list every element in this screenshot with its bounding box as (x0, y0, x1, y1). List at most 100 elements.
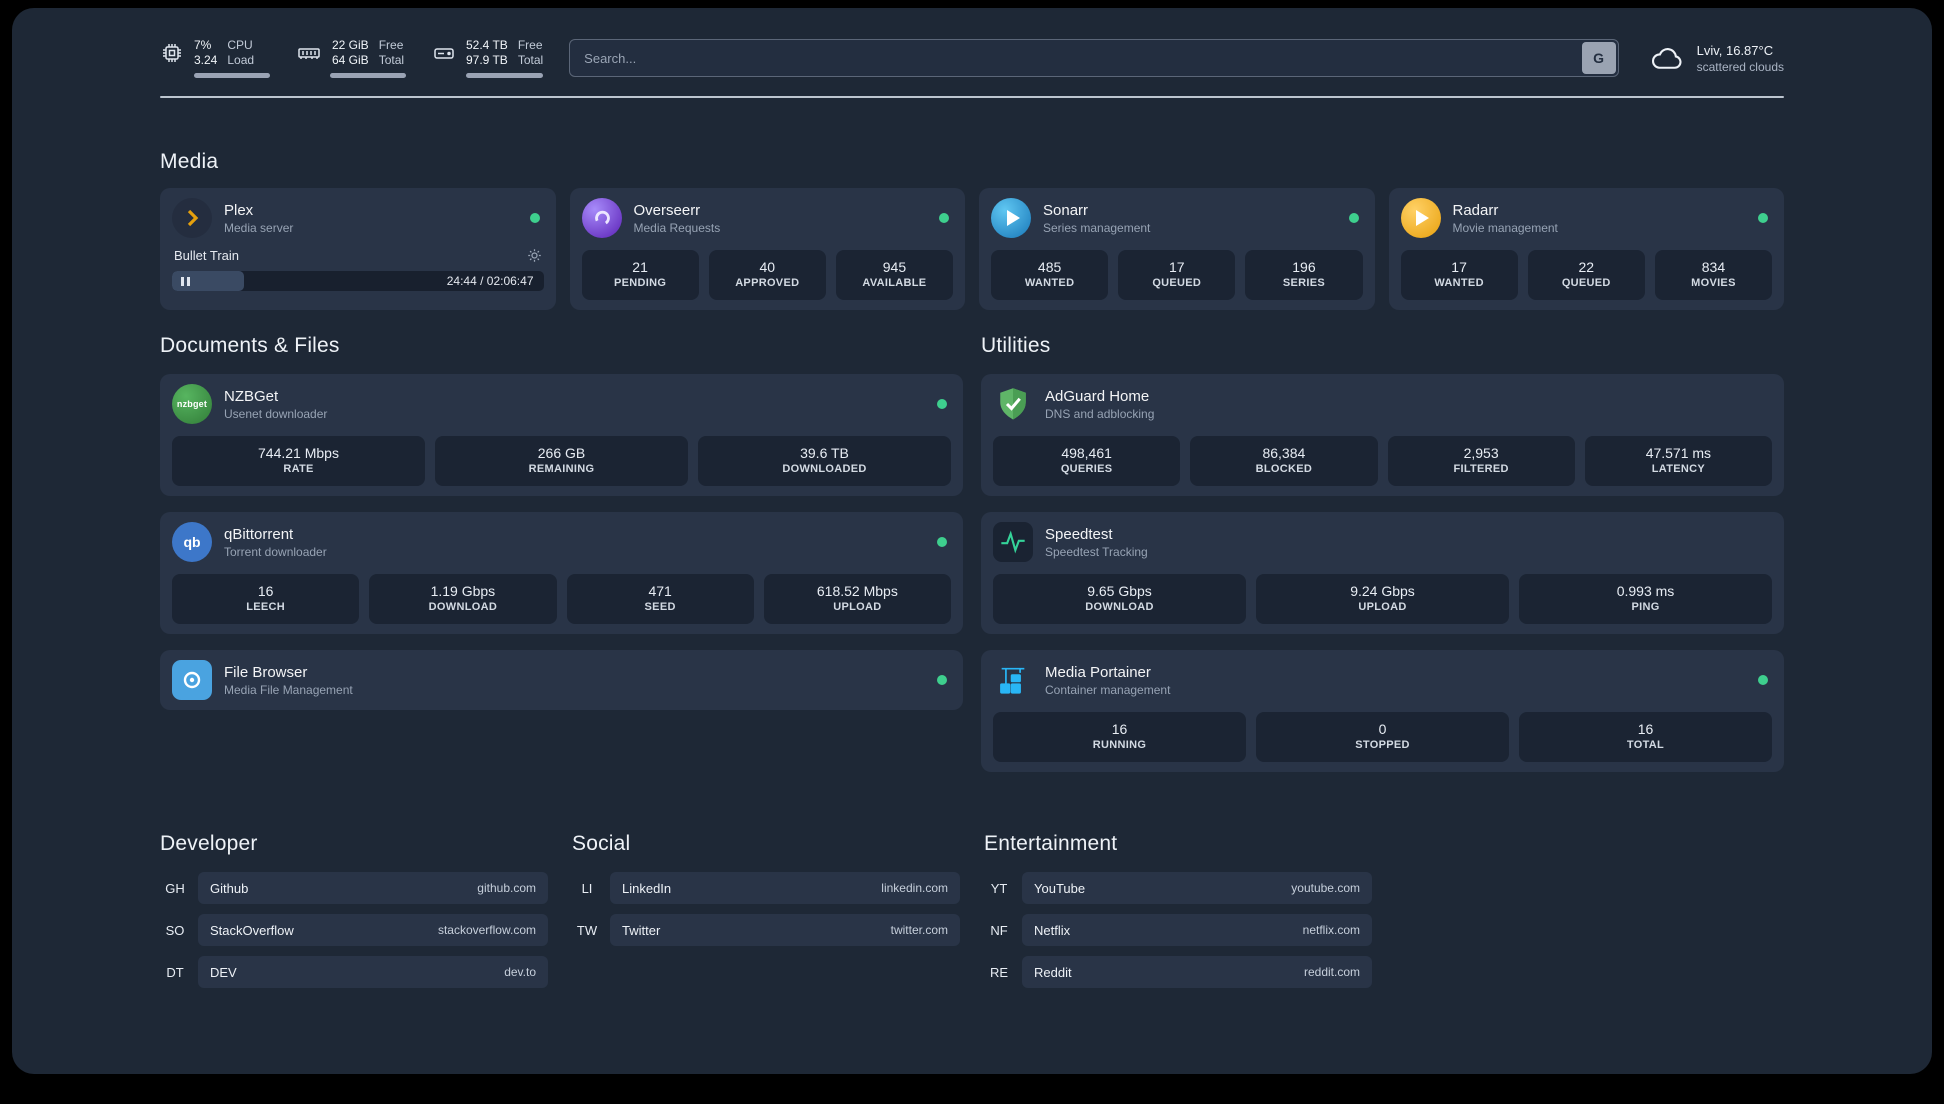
app-name: Overseerr (633, 201, 701, 219)
section-title-developer: Developer (160, 832, 258, 855)
app-card-radarr[interactable]: Radarr Movie management 17 WANTED 22 QUE… (1388, 188, 1784, 310)
gear-icon[interactable] (527, 248, 542, 263)
utilities-column: Utilities AdGuard Home DNS and adblockin… (981, 334, 1784, 772)
dashboard-surface: 7% 3.24 CPU Load 22 GiB 64 GiB Free Tota… (12, 8, 1932, 1074)
section-title-utilities: Utilities (981, 334, 1051, 357)
stat-pending: 21 PENDING (581, 250, 699, 300)
app-card-speedtest[interactable]: Speedtest Speedtest Tracking 9.65 Gbps D… (981, 512, 1784, 634)
disk-widget: 52.4 TB 97.9 TB Free Total (432, 38, 544, 78)
weather-condition: scattered clouds (1696, 59, 1784, 74)
search-engine-button[interactable]: G (1581, 42, 1616, 74)
bookmark-abbr: YT (990, 880, 1008, 896)
app-card-qbittorrent[interactable]: qb qBittorrent Torrent downloader 16 LEE… (160, 512, 963, 634)
bookmark-github[interactable]: Github github.com (198, 872, 548, 904)
app-subtitle: Usenet downloader (224, 406, 328, 421)
ram-total: 64 GiB (332, 53, 369, 67)
disk-icon (432, 41, 456, 65)
app-card-nzbget[interactable]: nzbget NZBGet Usenet downloader 744.21 M… (160, 374, 963, 496)
search-box: G (569, 39, 1619, 77)
app-card-overseerr[interactable]: Overseerr Media Requests 21 PENDING 40 A… (569, 188, 965, 310)
bookmark-reddit[interactable]: Reddit reddit.com (1022, 956, 1372, 988)
app-subtitle: Container management (1045, 682, 1171, 697)
stat-stopped: 0 STOPPED (1256, 712, 1509, 762)
ram-widget: 22 GiB 64 GiB Free Total (296, 38, 406, 78)
bookmark-row: TW Twitter twitter.com (572, 914, 960, 946)
section-title-entertainment: Entertainment (984, 832, 1118, 855)
app-name: qBittorrent (224, 525, 294, 543)
bookmark-abbr: RE (989, 964, 1009, 980)
bookmark-twitter[interactable]: Twitter twitter.com (610, 914, 960, 946)
disk-label-2: Total (517, 53, 544, 67)
bookmark-stackoverflow[interactable]: StackOverflow stackoverflow.com (198, 914, 548, 946)
app-card-adguard[interactable]: AdGuard Home DNS and adblocking 498,461 … (981, 374, 1784, 496)
portainer-icon (993, 660, 1033, 700)
cpu-percent: 7% (194, 38, 212, 52)
stat-download: 1.19 Gbps DOWNLOAD (369, 574, 557, 624)
plex-icon (172, 198, 212, 238)
stat-download: 9.65 Gbps DOWNLOAD (993, 574, 1246, 624)
cloud-icon (1649, 43, 1685, 73)
speedtest-icon (993, 522, 1033, 562)
bookmark-row: NF Netflix netflix.com (984, 914, 1372, 946)
stat-seed: 471 SEED (566, 574, 754, 624)
ram-usage-bar (330, 73, 406, 78)
cpu-loadavg: 3.24 (194, 53, 218, 67)
stat-running: 16 RUNNING (993, 712, 1246, 762)
cpu-widget: 7% 3.24 CPU Load (160, 38, 270, 78)
stat-remaining: 266 GB REMAINING (435, 436, 688, 486)
cpu-label-2: Load (227, 53, 255, 67)
stat-blocked: 86,384 BLOCKED (1190, 436, 1378, 486)
stat-queued: 22 QUEUED (1527, 250, 1645, 300)
bookmark-youtube[interactable]: YouTube youtube.com (1022, 872, 1372, 904)
playback-time: 24:44 / 02:06:47 (446, 274, 534, 288)
cpu-icon (160, 41, 184, 65)
bookmark-row: YT YouTube youtube.com (984, 872, 1372, 904)
bookmark-abbr: NF (990, 922, 1008, 938)
section-title-documents: Documents & Files (160, 334, 340, 357)
stat-queued: 17 QUEUED (1118, 250, 1236, 300)
app-card-portainer[interactable]: Media Portainer Container management 16 … (981, 650, 1784, 772)
status-dot (1758, 213, 1768, 223)
bookmark-netflix[interactable]: Netflix netflix.com (1022, 914, 1372, 946)
app-subtitle: DNS and adblocking (1045, 406, 1155, 421)
ram-icon (296, 41, 322, 65)
pause-icon[interactable] (181, 271, 190, 291)
app-card-filebrowser[interactable]: File Browser Media File Management (160, 650, 963, 710)
bookmark-abbr: TW (576, 922, 598, 938)
stat-queries: 498,461 QUERIES (993, 436, 1181, 486)
bookmark-row: RE Reddit reddit.com (984, 956, 1372, 988)
status-dot (937, 537, 947, 547)
section-title-social: Social (572, 832, 631, 855)
app-name: Speedtest (1045, 525, 1113, 543)
status-dot (937, 675, 947, 685)
search-input[interactable] (572, 50, 1582, 66)
app-name: NZBGet (224, 387, 279, 405)
bookmark-dev[interactable]: DEV dev.to (198, 956, 548, 988)
app-name: File Browser (224, 663, 308, 681)
cpu-usage-bar (194, 73, 270, 78)
app-name: Sonarr (1043, 201, 1089, 219)
stat-upload: 9.24 Gbps UPLOAD (1256, 574, 1509, 624)
stat-upload: 618.52 Mbps UPLOAD (763, 574, 951, 624)
media-grid: Plex Media server Bullet Train 24:44 / 0… (160, 188, 1784, 310)
app-card-sonarr[interactable]: Sonarr Series management 485 WANTED 17 Q… (979, 188, 1375, 310)
weather-location-temp: Lviv, 16.87°C (1696, 42, 1774, 58)
stat-wanted: 485 WANTED (991, 250, 1109, 300)
app-card-plex[interactable]: Plex Media server Bullet Train 24:44 / 0… (160, 188, 556, 310)
stat-rate: 744.21 Mbps RATE (172, 436, 425, 486)
app-name: AdGuard Home (1045, 387, 1150, 405)
disk-label-1: Free (517, 38, 543, 52)
documents-column: Documents & Files nzbget NZBGet Usenet d… (160, 334, 963, 772)
topbar: 7% 3.24 CPU Load 22 GiB 64 GiB Free Tota… (160, 38, 1784, 78)
disk-total: 97.9 TB (466, 53, 508, 67)
status-dot (1348, 213, 1359, 223)
bookmark-linkedin[interactable]: LinkedIn linkedin.com (610, 872, 960, 904)
status-dot (937, 399, 947, 409)
status-dot (529, 213, 540, 223)
bookmark-row: LI LinkedIn linkedin.com (572, 872, 960, 904)
stat-latency: 47.571 ms LATENCY (1584, 436, 1772, 486)
overseerr-icon (581, 198, 622, 238)
stat-wanted: 17 WANTED (1400, 250, 1518, 300)
adguard-icon (993, 384, 1033, 424)
playback-progress-bar[interactable]: 24:44 / 02:06:47 (172, 271, 544, 291)
